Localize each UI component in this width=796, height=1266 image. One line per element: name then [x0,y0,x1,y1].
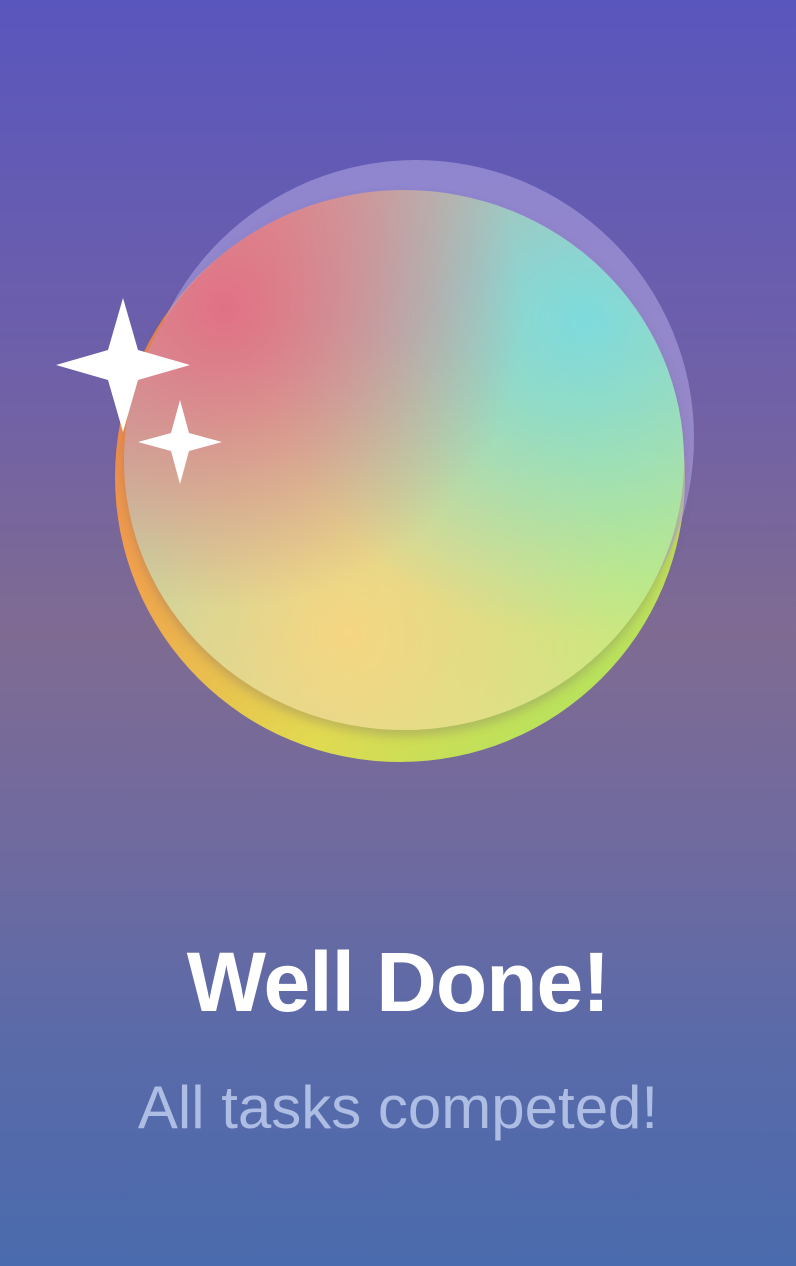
achievement-badge [0,0,796,820]
completion-subtitle: All tasks competed! [137,1074,659,1141]
completion-screen: Well Done! All tasks competed! [0,0,796,1266]
completion-title: Well Done! [186,935,610,1029]
sparkle-small-icon [138,400,222,484]
